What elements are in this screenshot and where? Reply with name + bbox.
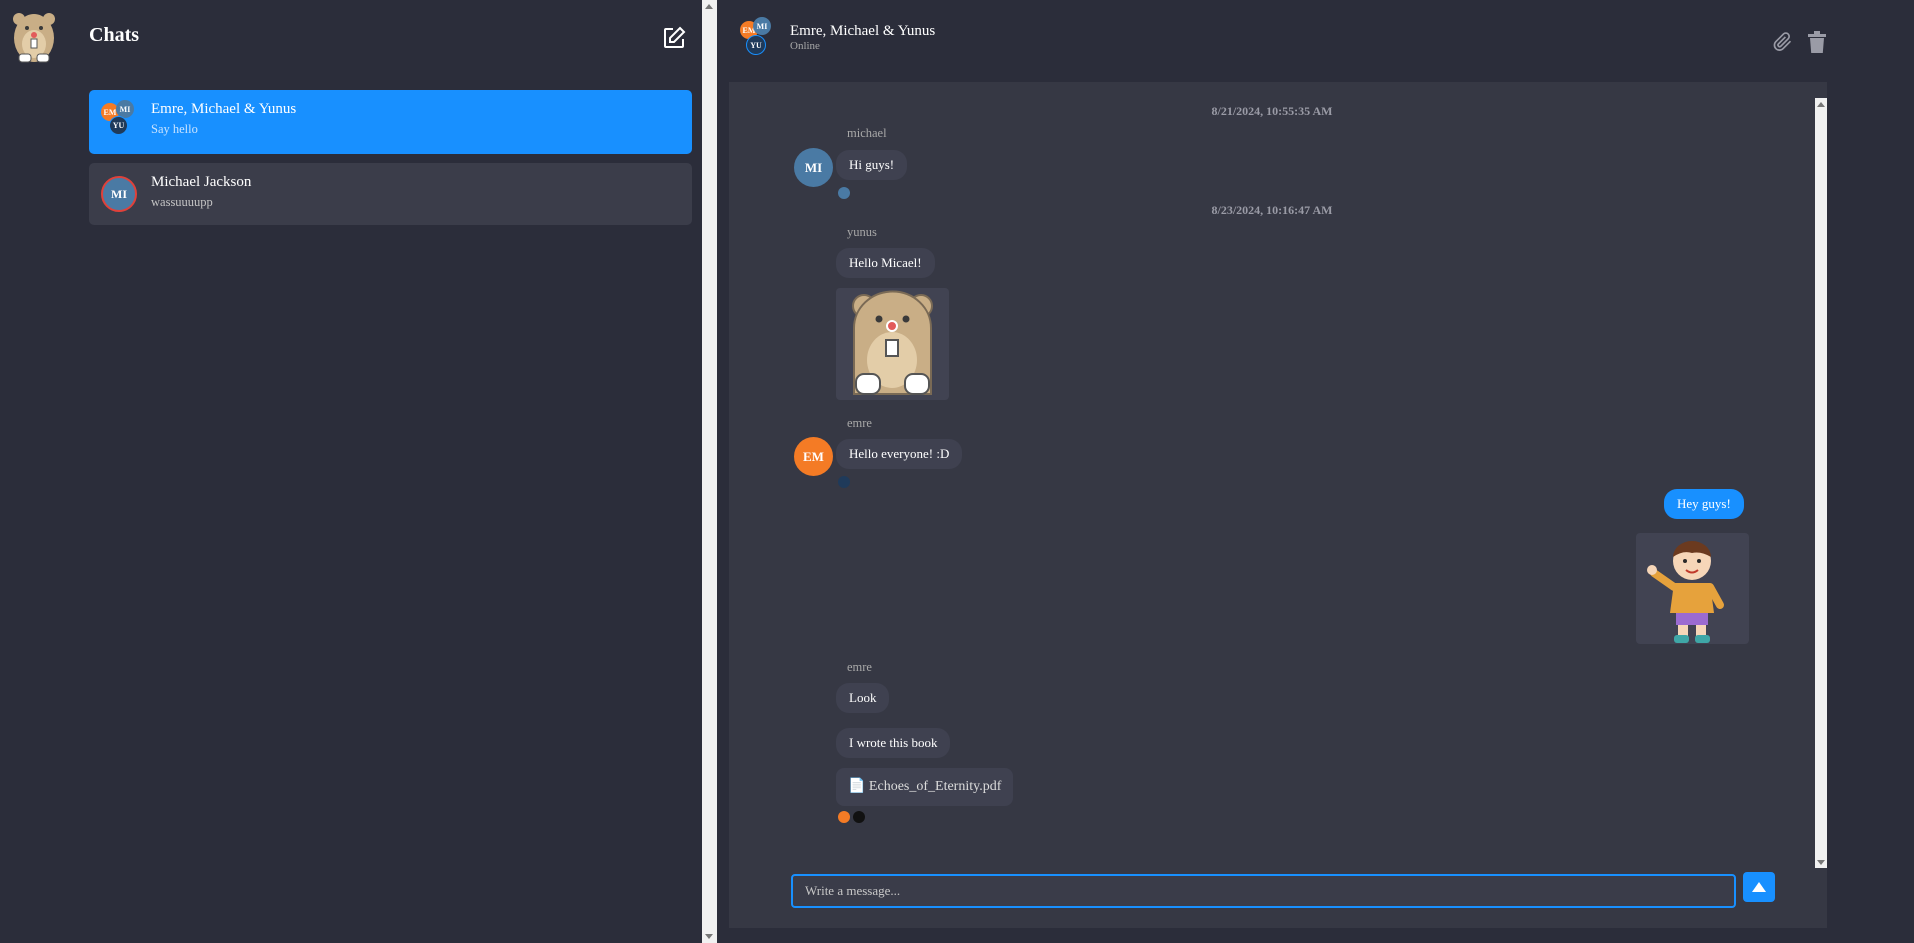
conversation-panel: EM MI YU Emre, Michael & Yunus Online 8/… <box>729 0 1827 928</box>
send-button[interactable] <box>1743 872 1775 902</box>
chat-list-item-direct[interactable]: MI Michael Jackson wassuuuupp <box>89 163 692 225</box>
conversation-title: Emre, Michael & Yunus <box>790 23 936 39</box>
paperclip-icon[interactable] <box>1773 32 1793 52</box>
messages-scrollbar[interactable] <box>1815 98 1827 868</box>
read-receipt-avatar <box>853 811 865 823</box>
avatar-emre: EM <box>794 437 833 476</box>
scrollbar-thumb[interactable] <box>1817 112 1825 854</box>
read-receipt-avatar <box>838 811 850 823</box>
chat-preview: Say hello <box>151 122 198 136</box>
avatar-michael: MI <box>753 17 771 35</box>
message-list[interactable]: 8/21/2024, 10:55:35 AM michael MI Hi guy… <box>729 98 1827 868</box>
conversation-header: EM MI YU Emre, Michael & Yunus Online <box>729 0 1827 82</box>
trash-icon[interactable] <box>1807 31 1827 53</box>
chat-name: Michael Jackson <box>151 174 252 190</box>
file-attachment[interactable]: 📄 Echoes_of_Eternity.pdf <box>836 768 1014 806</box>
scroll-up-arrow-icon[interactable] <box>1817 102 1825 107</box>
avatar-michael: MI <box>794 148 833 187</box>
message-bubble: Hello everyone! :D <box>836 439 963 469</box>
message-bubble: Hello Micael! <box>836 248 935 278</box>
message-input[interactable] <box>791 874 1736 908</box>
read-receipt-avatar <box>838 476 850 488</box>
send-arrow-icon <box>1752 882 1766 892</box>
chat-name: Emre, Michael & Yunus <box>151 101 297 117</box>
scroll-up-arrow-icon[interactable] <box>705 4 713 9</box>
message-bubble: Hi guys! <box>836 150 908 180</box>
my-message-bubble: Hey guys! <box>1664 489 1744 519</box>
message-bubble: I wrote this book <box>836 728 951 758</box>
sender-name: emre <box>847 416 872 430</box>
avatar-yunus: YU <box>746 35 766 55</box>
chat-list-panel: Chats EM MI YU Emre, Michael & Yunus Say… <box>0 0 702 943</box>
boy-waving-sticker[interactable] <box>1636 533 1749 644</box>
message-bubble: Look <box>836 683 890 713</box>
avatar-yunus: YU <box>109 116 128 135</box>
new-chat-icon[interactable] <box>662 26 686 50</box>
page-title: Chats <box>89 24 140 46</box>
sender-name: yunus <box>847 225 877 239</box>
sender-name: michael <box>847 126 887 140</box>
timestamp-divider: 8/21/2024, 10:55:35 AM <box>1211 104 1333 118</box>
chat-list-item-group[interactable]: EM MI YU Emre, Michael & Yunus Say hello <box>89 90 692 154</box>
sender-name: emre <box>847 660 872 674</box>
status-text: Online <box>790 40 820 52</box>
timestamp-divider: 8/23/2024, 10:16:47 AM <box>1211 203 1333 217</box>
scroll-down-arrow-icon[interactable] <box>1817 860 1825 865</box>
scroll-down-arrow-icon[interactable] <box>705 934 713 939</box>
app-logo-bear-icon <box>10 8 58 64</box>
bear-sticker[interactable] <box>836 288 949 400</box>
left-scrollbar[interactable] <box>702 0 717 943</box>
avatar-michael: MI <box>101 176 137 212</box>
read-receipt-avatar <box>838 187 850 199</box>
chat-preview: wassuuuupp <box>151 195 213 209</box>
